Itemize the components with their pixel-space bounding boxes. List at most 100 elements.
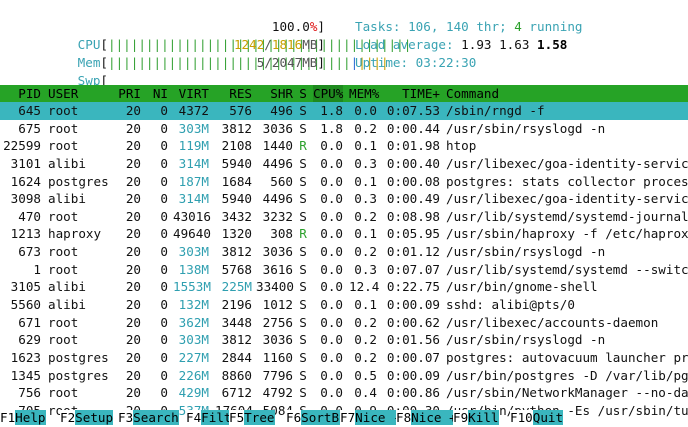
process-time: 0:00.62 <box>386 314 440 330</box>
process-nice: 0 <box>160 173 168 189</box>
function-key-label: F4 <box>186 410 202 425</box>
process-pid: 671 <box>18 314 41 330</box>
column-header-shr[interactable]: SHR <box>256 85 293 102</box>
process-list: 645 root 20 0 4372 576 496 S 1.8 0.0 0:07.53/sbin/… <box>0 102 688 420</box>
uptime-stat: Uptime: 03:22:30 <box>355 55 477 70</box>
process-mem: 0.2 <box>354 332 377 348</box>
process-row-selected[interactable]: 645 root 20 0 4372 576 496 S 1.8 0.0 0:07.53/sbin/… <box>0 102 688 120</box>
column-header-state[interactable]: S <box>298 85 308 102</box>
process-cpu: 0.0 <box>320 297 343 313</box>
process-res: 2196 <box>221 297 252 313</box>
process-row[interactable]: 1624 postgres 20 0 187M 1684 560 S 0.0 0.1 0:00.08… <box>0 173 688 191</box>
function-key-f1[interactable]: F1Help <box>0 409 46 427</box>
function-key-f10[interactable]: F10Quit <box>510 409 564 427</box>
function-key-label: F9 <box>453 410 469 425</box>
process-row[interactable]: 3101 alibi 20 0 314M 5940 4496 S 0.0 0.3 0:00.40/u… <box>0 155 688 173</box>
process-cpu: 0.0 <box>320 208 343 224</box>
process-user: postgres <box>48 173 109 189</box>
column-header-cpu[interactable]: CPU% <box>313 85 343 102</box>
process-pid: 1213 <box>10 226 41 242</box>
column-header-pid[interactable]: PID <box>0 85 41 102</box>
process-row[interactable]: 756 root 20 0 429M 6712 4792 S 0.0 0.4 0:00.86/usr… <box>0 384 688 402</box>
process-command: /usr/sbin/rsyslogd -n <box>446 120 606 136</box>
process-pid: 1345 <box>10 367 41 383</box>
process-row[interactable]: 673 root 20 0 303M 3812 3036 S 0.0 0.2 0:01.12/usr… <box>0 243 688 261</box>
process-time: 0:00.44 <box>386 120 440 136</box>
process-state: S <box>299 261 307 277</box>
process-pid: 1 <box>33 261 41 277</box>
function-key-f7[interactable]: F7Nice - <box>340 409 401 427</box>
process-command: /usr/libexec/goa-identity-service <box>446 191 688 207</box>
process-row[interactable]: 671 root 20 0 362M 3448 2756 S 0.0 0.2 0:00.62/usr… <box>0 314 688 332</box>
column-header-command[interactable]: Command <box>446 85 688 102</box>
process-row[interactable]: 22599 root 20 0 119M 2108 1440 R 0.0 0.1 0:01.98 ht… <box>0 137 688 155</box>
process-row[interactable]: 675 root 20 0 303M 3812 3036 S 1.8 0.2 0:00.44/usr… <box>0 120 688 138</box>
process-row[interactable]: 3098 alibi 20 0 314M 5940 4496 S 0.0 0.3 0:00.49/u… <box>0 190 688 208</box>
process-nice: 0 <box>160 208 168 224</box>
process-row[interactable]: 1623 postgres 20 0 227M 2844 1160 S 0.0 0.2 0:00.0… <box>0 349 688 367</box>
process-user: root <box>48 244 79 260</box>
process-shr: 4496 <box>262 155 293 171</box>
process-time: 0:01.12 <box>386 244 440 260</box>
process-row[interactable]: 5560 alibi 20 0 132M 2196 1012 S 0.0 0.1 0:00.09 ss… <box>0 296 688 314</box>
function-key-f2[interactable]: F2Setup <box>60 409 114 427</box>
process-mem: 0.2 <box>354 244 377 260</box>
function-key-f8[interactable]: F8Nice + <box>396 409 457 427</box>
function-key-action: Nice + <box>411 410 457 425</box>
process-nice: 0 <box>160 244 168 260</box>
process-pid: 470 <box>18 208 41 224</box>
function-key-label: F7 <box>340 410 356 425</box>
mem-meter-unit: MB <box>302 37 318 52</box>
process-user: alibi <box>48 297 86 313</box>
process-mem: 0.0 <box>354 103 377 118</box>
process-shr: 1012 <box>262 297 293 313</box>
process-row[interactable]: 629 root 20 0 303M 3812 3036 S 0.0 0.2 0:01.56/usr… <box>0 331 688 349</box>
process-state: S <box>299 103 307 118</box>
process-priority: 20 <box>125 385 141 401</box>
process-shr: 3232 <box>262 208 293 224</box>
function-key-action: Nice - <box>355 410 401 425</box>
function-key-label: F8 <box>396 410 412 425</box>
function-key-f6[interactable]: F6SortBy <box>286 409 347 427</box>
process-mem: 0.1 <box>354 173 377 189</box>
process-priority: 20 <box>125 261 141 277</box>
column-header-time[interactable]: TIME+ <box>382 85 440 102</box>
process-cpu: 0.0 <box>320 226 343 242</box>
process-time: 0:00.08 <box>386 173 440 189</box>
column-header-mem[interactable]: MEM% <box>349 85 379 102</box>
column-header-user[interactable]: USER <box>48 85 78 102</box>
process-user: root <box>48 261 79 277</box>
column-header-virt[interactable]: VIRT <box>173 85 209 102</box>
process-cpu: 1.8 <box>320 103 343 118</box>
process-pid: 22599 <box>3 138 41 154</box>
process-command: /usr/sbin/rsyslogd -n <box>446 332 606 348</box>
function-key-f3[interactable]: F3Search <box>118 409 179 427</box>
htop-terminal: CPU[||||||||||||||||||||||||||||||||||||… <box>0 0 688 427</box>
load-15min: 1.58 <box>537 37 568 52</box>
process-res: 576 <box>229 103 252 118</box>
column-header-res[interactable]: RES <box>215 85 252 102</box>
process-row[interactable]: 3105 alibi 20 0 1553M 225M 33400 S 0.0 12.4 0:22.7… <box>0 278 688 296</box>
process-row[interactable]: 1213 haproxy 20 0 49640 1320 308 R 0.0 0.1 0:05.95… <box>0 225 688 243</box>
process-row[interactable]: 1345 postgres 20 0 226M 8860 7796 S 0.0 0.5 0:00.0… <box>0 367 688 385</box>
process-nice: 0 <box>160 103 168 118</box>
process-priority: 20 <box>125 349 141 365</box>
function-key-action: Setup <box>75 410 114 425</box>
function-key-f9[interactable]: F9Kill <box>453 409 499 427</box>
process-state: S <box>299 173 307 189</box>
process-nice: 0 <box>160 155 168 171</box>
process-user: alibi <box>48 279 86 295</box>
process-res: 2844 <box>221 349 252 365</box>
column-header-pri[interactable]: PRI <box>112 85 141 102</box>
process-pid: 1623 <box>10 349 41 365</box>
process-user: haproxy <box>48 226 102 242</box>
threads-count: 140 <box>446 19 469 34</box>
column-header-ni[interactable]: NI <box>145 85 168 102</box>
process-priority: 20 <box>125 314 141 330</box>
process-priority: 20 <box>125 103 141 118</box>
function-key-f5[interactable]: F5Tree <box>229 409 275 427</box>
process-row[interactable]: 470 root 20 0 43016 3432 3232 S 0.0 0.2 0:08.98/us… <box>0 208 688 226</box>
process-priority: 20 <box>125 191 141 207</box>
running-count: 4 <box>514 19 522 34</box>
process-row[interactable]: 1 root 20 0 138M 5768 3616 S 0.0 0.3 0:07.07/usr/l… <box>0 261 688 279</box>
